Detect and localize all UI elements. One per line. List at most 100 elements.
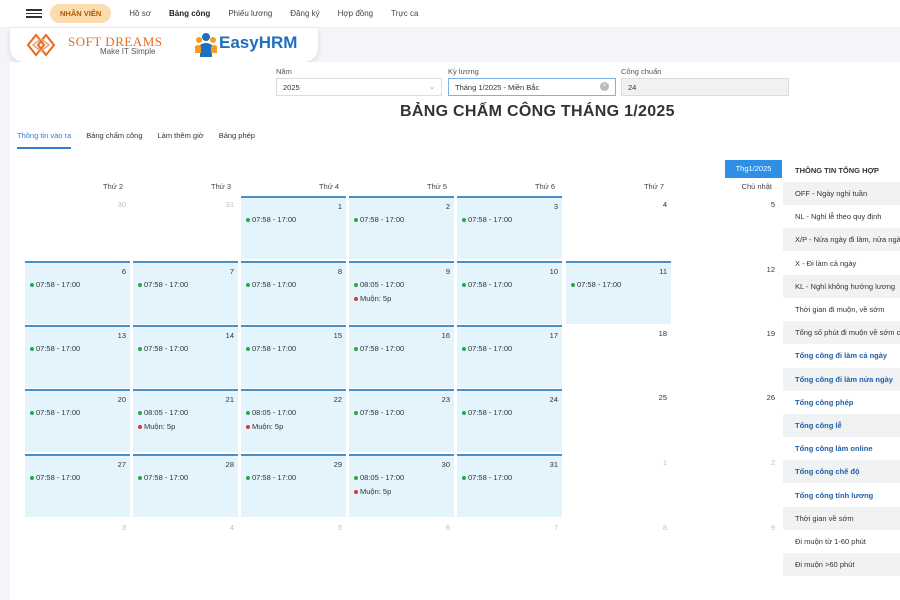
calendar-day-cell[interactable]: 23 07:58 - 17:00 xyxy=(349,389,454,452)
day-number: 16 xyxy=(441,331,450,340)
calendar-day-cell[interactable]: 6 07:58 - 17:00 xyxy=(25,261,130,324)
calendar-day-cell[interactable]: 27 07:58 - 17:00 xyxy=(25,454,130,517)
calendar-day-cell[interactable]: 24 07:58 - 17:00 xyxy=(457,389,562,452)
calendar-day-cell[interactable]: 17 07:58 - 17:00 xyxy=(457,325,562,388)
calendar-day-cell[interactable]: 31 xyxy=(133,196,238,259)
calendar-day-cell[interactable]: 9 08:05 - 17:00 Muộn: 5p xyxy=(349,261,454,324)
calendar-day-cell[interactable]: 2 xyxy=(674,454,779,517)
nav-item-timesheet[interactable]: Bảng công xyxy=(169,9,210,18)
calendar-day-cell[interactable]: 11 07:58 - 17:00 xyxy=(566,261,671,324)
tab-in-out-info[interactable]: Thông tin vào ra xyxy=(17,131,72,149)
checkin-entry: 07:58 - 17:00 xyxy=(246,280,296,289)
entry-text: 08:05 - 17:00 xyxy=(252,408,297,417)
day-number: 31 xyxy=(225,200,234,209)
summary-row: Tổng công tính lương xyxy=(795,490,874,500)
summary-row: Tổng công đi làm cả ngày xyxy=(795,351,888,361)
day-number: 13 xyxy=(117,331,126,340)
calendar-day-cell[interactable]: 4 xyxy=(133,519,238,574)
calendar-day-cell[interactable]: 12 xyxy=(674,261,779,324)
calendar-day-cell[interactable]: 5 xyxy=(241,519,346,574)
clear-icon[interactable]: × xyxy=(600,82,609,91)
calendar-day-cell[interactable]: 22 08:05 - 17:00 Muộn: 5p xyxy=(241,389,346,452)
checkin-entry: 07:58 - 17:00 xyxy=(30,280,80,289)
calendar-day-cell[interactable]: 26 xyxy=(674,389,779,452)
summary-row: Đi muộn từ 1-60 phút xyxy=(795,537,866,546)
calendar-day-cell[interactable]: 31 07:58 - 17:00 xyxy=(457,454,562,517)
nav-item-profile[interactable]: Hồ sơ xyxy=(129,9,151,18)
calendar-day-cell[interactable]: 7 xyxy=(457,519,562,574)
summary-row: Thời gian về sớm xyxy=(783,506,900,530)
tab-leave[interactable]: Bảng phép xyxy=(219,131,255,149)
tab-timesheet[interactable]: Bảng chấm công xyxy=(86,131,142,149)
standard-field: 24 xyxy=(621,78,789,96)
calendar-day-cell[interactable]: 2 07:58 - 17:00 xyxy=(349,196,454,259)
nav-item-contract[interactable]: Hợp đồng xyxy=(338,9,374,18)
calendar-day-cell[interactable]: 13 07:58 - 17:00 xyxy=(25,325,130,388)
calendar-day-cell[interactable]: 10 07:58 - 17:00 xyxy=(457,261,562,324)
present-dot-icon xyxy=(138,346,142,351)
day-number: 28 xyxy=(225,460,234,469)
calendar-day-cell[interactable]: 18 xyxy=(566,325,671,388)
day-number: 5 xyxy=(770,200,775,209)
present-dot-icon xyxy=(462,282,466,287)
day-number: 2 xyxy=(770,458,775,467)
present-dot-icon xyxy=(30,475,34,480)
entry-text: 08:05 - 17:00 xyxy=(360,280,405,289)
calendar-day-cell[interactable]: 8 xyxy=(566,519,671,574)
calendar-day-cell[interactable]: 14 07:58 - 17:00 xyxy=(133,325,238,388)
late-dot-icon xyxy=(354,489,358,494)
tab-overtime[interactable]: Làm thêm giờ xyxy=(158,131,204,149)
calendar-day-cell[interactable]: 29 07:58 - 17:00 xyxy=(241,454,346,517)
day-number: 19 xyxy=(766,329,775,338)
entry-text: 07:58 - 17:00 xyxy=(252,473,297,482)
calendar-day-cell[interactable]: 9 xyxy=(674,519,779,574)
calendar-day-cell[interactable]: 28 07:58 - 17:00 xyxy=(133,454,238,517)
calendar-day-cell[interactable]: 5 xyxy=(674,196,779,259)
present-dot-icon xyxy=(246,282,250,287)
tabs: Thông tin vào ra Bảng chấm công Làm thêm… xyxy=(17,131,270,149)
calendar-day-cell[interactable]: 30 08:05 - 17:00 Muộn: 5p xyxy=(349,454,454,517)
summary-row: X - Đi làm cả ngày xyxy=(795,258,857,268)
calendar-day-cell[interactable]: 6 xyxy=(349,519,454,574)
day-number: 12 xyxy=(766,265,775,274)
day-number: 1 xyxy=(662,458,667,467)
late-entry: Muộn: 5p xyxy=(354,487,391,496)
checkin-entry: 08:05 - 17:00 xyxy=(354,280,404,289)
calendar-day-cell[interactable]: 7 07:58 - 17:00 xyxy=(133,261,238,324)
calendar-day-cell[interactable]: 4 xyxy=(566,196,671,259)
weekday-header: Thứ 4 xyxy=(318,182,339,191)
calendar-day-cell[interactable]: 21 08:05 - 17:00 Muộn: 5p xyxy=(133,389,238,452)
present-dot-icon xyxy=(354,282,358,287)
calendar-day-cell[interactable]: 15 07:58 - 17:00 xyxy=(241,325,346,388)
day-number: 23 xyxy=(441,395,450,404)
present-dot-icon xyxy=(462,410,466,415)
checkin-entry: 07:58 - 17:00 xyxy=(246,473,296,482)
year-select[interactable]: 2025 ⌄ xyxy=(276,78,442,96)
calendar-day-cell[interactable]: 8 07:58 - 17:00 xyxy=(241,261,346,324)
month-button[interactable]: Thg1/2025 xyxy=(725,160,782,178)
softdreams-tagline: Make IT Simple xyxy=(100,47,156,56)
calendar-day-cell[interactable]: 16 07:58 - 17:00 xyxy=(349,325,454,388)
calendar-day-cell[interactable]: 19 xyxy=(674,325,779,388)
calendar-day-cell[interactable]: 3 xyxy=(25,519,130,574)
nav-item-register[interactable]: Đăng ký xyxy=(290,9,319,18)
entry-text: 07:58 - 17:00 xyxy=(36,280,81,289)
day-number: 6 xyxy=(445,523,450,532)
calendar-day-cell[interactable]: 25 xyxy=(566,389,671,452)
checkin-entry: 07:58 - 17:00 xyxy=(462,344,512,353)
entry-text: 07:58 - 17:00 xyxy=(36,344,81,353)
top-nav: NHÂN VIÊN Hồ sơ Bảng công Phiếu lương Đă… xyxy=(0,0,900,28)
role-badge[interactable]: NHÂN VIÊN xyxy=(50,4,112,23)
calendar-day-cell[interactable]: 1 xyxy=(566,454,671,517)
checkin-entry: 07:58 - 17:00 xyxy=(571,280,621,289)
calendar-day-cell[interactable]: 1 07:58 - 17:00 xyxy=(241,196,346,259)
calendar-day-cell[interactable]: 30 xyxy=(25,196,130,259)
nav-item-payslip[interactable]: Phiếu lương xyxy=(228,9,272,18)
checkin-entry: 07:58 - 17:00 xyxy=(462,473,512,482)
period-select[interactable]: Tháng 1/2025 - Miền Bắc × xyxy=(448,78,616,96)
calendar-day-cell[interactable]: 20 07:58 - 17:00 xyxy=(25,389,130,452)
checkin-entry: 07:58 - 17:00 xyxy=(462,215,512,224)
menu-icon[interactable] xyxy=(26,9,42,18)
nav-item-shift[interactable]: Trực ca xyxy=(391,9,418,18)
calendar-day-cell[interactable]: 3 07:58 - 17:00 xyxy=(457,196,562,259)
